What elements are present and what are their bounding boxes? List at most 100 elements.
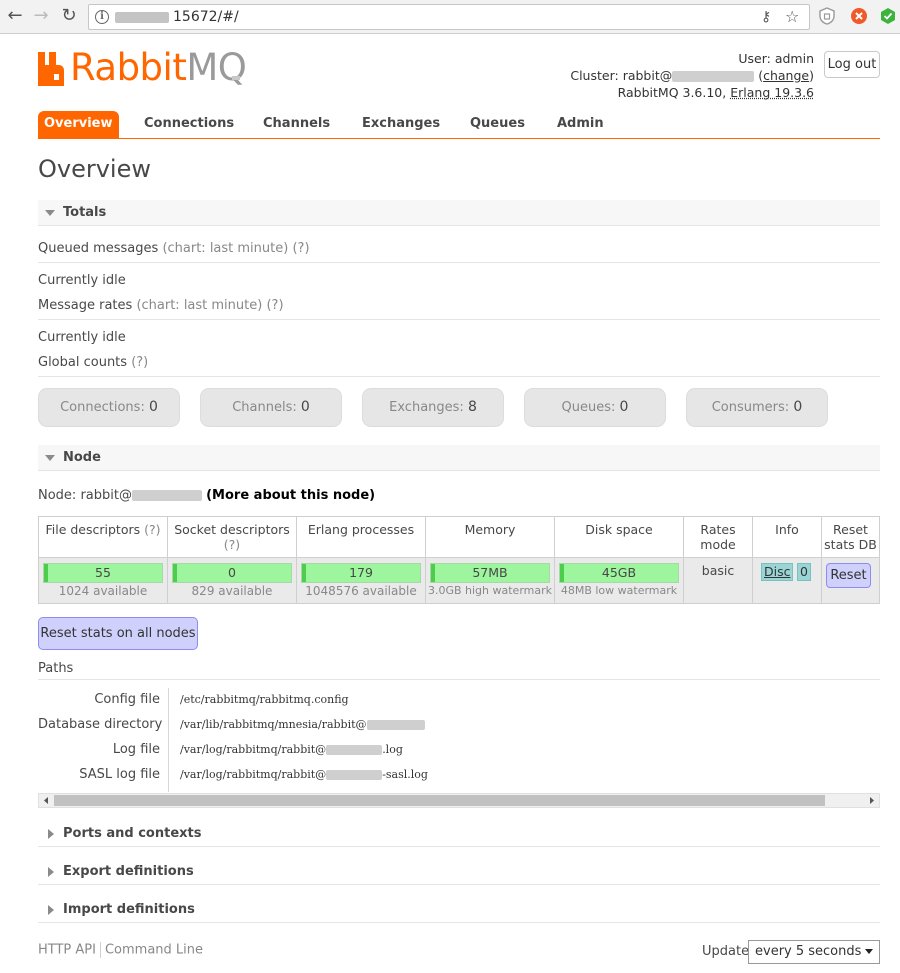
footer-links: HTTP API Command Line — [38, 942, 203, 958]
scroll-left-arrow-icon[interactable] — [40, 794, 52, 807]
memory-bar: 57MB — [430, 563, 550, 583]
key-icon[interactable]: ⚷ — [761, 5, 771, 29]
socket-descriptors-header: Socket descriptors — [174, 522, 290, 537]
export-section-toggle[interactable]: Export definitions — [38, 859, 880, 885]
config-file-label: Config file — [94, 692, 160, 707]
rates-mode-value: basic — [701, 563, 735, 578]
node-host-redacted — [131, 490, 202, 501]
change-cluster-link[interactable]: change — [763, 68, 809, 83]
file-descriptors-available: 1024 available — [58, 584, 148, 598]
channels-count-box[interactable]: Channels: 0 — [200, 388, 342, 427]
count-label: Consumers: — [711, 400, 790, 415]
http-api-link[interactable]: HTTP API — [38, 943, 96, 958]
col-file-descriptors: File descriptors (?) — [39, 517, 168, 557]
erlang-processes-available: 1048576 available — [305, 584, 417, 598]
tab-admin[interactable]: Admin — [557, 111, 604, 138]
connections-count-box[interactable]: Connections: 0 — [38, 388, 180, 427]
import-section-toggle[interactable]: Import definitions — [38, 897, 880, 923]
queued-chart-range-link[interactable]: (chart: last minute) — [162, 241, 288, 256]
socket-descriptors-help[interactable]: (?) — [224, 537, 240, 552]
col-socket-descriptors: Socket descriptors (?) — [168, 517, 297, 557]
file-descriptors-value: 55 — [95, 565, 111, 580]
bar-lead — [560, 564, 564, 582]
logout-button[interactable]: Log out — [824, 51, 880, 78]
address-bar[interactable]: i 15672/#/ ⚷ ☆ — [88, 4, 810, 30]
global-help-link[interactable]: (?) — [131, 355, 148, 370]
count-label: Connections: — [60, 400, 145, 415]
logo-wordmark: RabbitMQ — [70, 44, 247, 92]
info-count-badge[interactable]: 0 — [797, 563, 811, 581]
cell-info: Disc 0 — [753, 558, 822, 603]
database-directory-value: /var/lib/rabbitmq/mnesia/rabbit@ — [180, 718, 425, 731]
tab-overview[interactable]: Overview — [38, 111, 119, 138]
tab-exchanges[interactable]: Exchanges — [362, 111, 440, 138]
queues-count-box[interactable]: Queues: 0 — [524, 388, 666, 427]
count-value: 0 — [619, 399, 629, 415]
totals-title: Totals — [63, 205, 107, 220]
more-about-node-link[interactable]: (More about this node) — [206, 488, 375, 503]
cell-disk-space: 45GB 48MB low watermark — [555, 558, 684, 603]
tab-queues[interactable]: Queues — [470, 111, 525, 138]
command-line-link[interactable]: Command Line — [105, 943, 203, 958]
rates-chart-range-link[interactable]: (chart: last minute) — [136, 298, 262, 313]
cell-rates-mode: basic — [684, 558, 753, 603]
url-text: 15672/#/ — [173, 9, 239, 25]
tab-connections[interactable]: Connections — [144, 111, 234, 138]
footer-separator — [99, 942, 101, 958]
forward-arrow-icon[interactable]: → — [30, 5, 52, 27]
reload-icon[interactable]: ↻ — [58, 5, 80, 27]
bar-lead — [44, 564, 48, 582]
sasl-log-file-path: /var/log/rabbitmq/rabbit@ — [180, 768, 327, 781]
node-table-row: 55 1024 available 0 829 available 179 10… — [39, 558, 879, 603]
disc-node-badge[interactable]: Disc — [761, 563, 794, 581]
sasl-host-redacted — [326, 770, 383, 780]
node-section-toggle[interactable]: Node — [38, 445, 880, 471]
path-row-sasl: SASL log file /var/log/rabbitmq/rabbit@ -… — [38, 763, 880, 788]
rates-mode-header-2: mode — [700, 537, 736, 552]
reset-header-2: stats DB — [824, 537, 877, 552]
rates-help-link[interactable]: (?) — [266, 298, 283, 313]
extension-red-icon[interactable] — [850, 7, 868, 25]
totals-section-toggle[interactable]: Totals — [38, 200, 880, 226]
update-interval-value: every 5 seconds — [755, 944, 862, 959]
database-directory-label: Database directory — [38, 717, 163, 732]
scrollbar-thumb[interactable] — [54, 795, 825, 806]
consumers-count-box[interactable]: Consumers: 0 — [686, 388, 828, 427]
browser-toolbar: ← → ↻ i 15672/#/ ⚷ ☆ — [0, 0, 900, 34]
file-descriptors-bar: 55 — [43, 563, 163, 583]
paths-header: Paths — [38, 661, 880, 680]
sasl-log-file-value: /var/log/rabbitmq/rabbit@ -sasl.log — [180, 768, 428, 781]
queued-help-link[interactable]: (?) — [292, 241, 309, 256]
log-file-label: Log file — [112, 742, 160, 757]
ports-contexts-title: Ports and contexts — [63, 826, 202, 841]
horizontal-scrollbar[interactable] — [38, 793, 880, 808]
reset-stats-all-nodes-button[interactable]: Reset stats on all nodes — [38, 617, 198, 650]
info-icon[interactable]: i — [95, 10, 109, 24]
chevron-down-icon — [865, 949, 873, 954]
scroll-right-arrow-icon[interactable] — [866, 794, 878, 807]
cluster-label: Cluster: — [570, 68, 619, 83]
cluster-value: rabbit@ — [622, 68, 673, 83]
update-interval-select[interactable]: every 5 seconds — [748, 940, 880, 964]
config-file-path: /etc/rabbitmq/rabbitmq.config — [180, 693, 349, 706]
ports-section-toggle[interactable]: Ports and contexts — [38, 821, 880, 847]
back-arrow-icon[interactable]: ← — [4, 5, 26, 27]
disk-low-watermark: 48MB low watermark — [560, 584, 678, 597]
reset-node-stats-button[interactable]: Reset — [826, 563, 871, 588]
star-icon[interactable]: ☆ — [785, 5, 799, 29]
count-value: 0 — [148, 399, 158, 415]
triangle-right-icon — [48, 867, 54, 877]
exchanges-count-box[interactable]: Exchanges: 8 — [362, 388, 504, 427]
node-stats-table: File descriptors (?) Socket descriptors(… — [38, 516, 880, 604]
tab-channels[interactable]: Channels — [263, 111, 330, 138]
erlang-processes-header: Erlang processes — [307, 522, 415, 537]
rabbitmq-logo[interactable]: RabbitMQ — [38, 46, 248, 89]
memory-value: 57MB — [472, 565, 508, 580]
disk-space-value: 45GB — [601, 565, 637, 580]
log-host-redacted — [326, 745, 383, 755]
file-descriptors-help[interactable]: (?) — [144, 522, 160, 537]
node-name-line: Node: rabbit@ (More about this node) — [38, 488, 375, 503]
extension-green-icon[interactable] — [880, 7, 896, 25]
shield-extension-icon[interactable] — [818, 7, 836, 25]
user-label: User: — [738, 51, 771, 66]
